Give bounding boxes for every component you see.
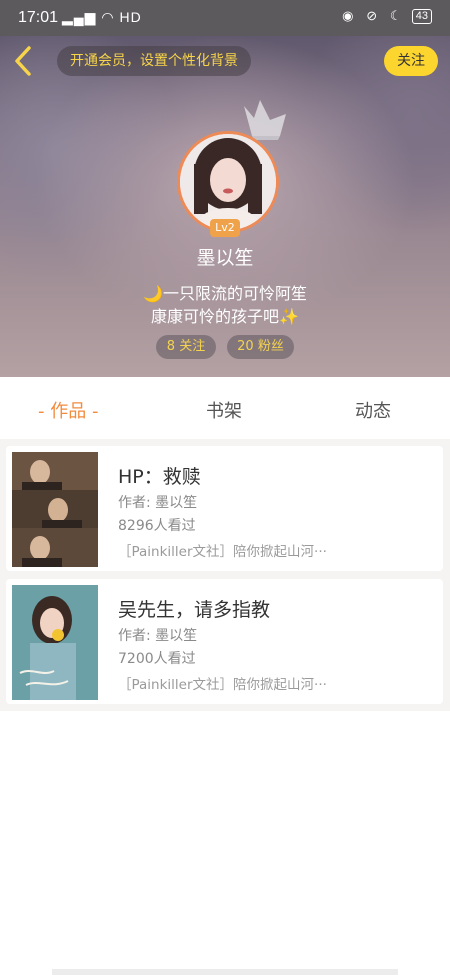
- profile-header: 17:01 ▂▄▆ ◠ HD ◉ ⊘ ☾ 43 开通会员，设置个性化背景 关注: [0, 0, 450, 377]
- book-author: 作者: 墨以笙: [118, 628, 198, 644]
- level-badge: Lv2: [210, 219, 240, 237]
- book-views: 7200人看过: [118, 651, 196, 667]
- avatar[interactable]: [177, 131, 279, 233]
- battery-icon: 43: [411, 8, 432, 24]
- status-time: 17:01: [18, 9, 59, 26]
- list-item[interactable]: HP：救赎 作者: 墨以笙 8296人看过 ［Painkiller文社］陪你掀起…: [6, 446, 443, 571]
- crown-icon: [244, 100, 286, 140]
- book-author: 作者: 墨以笙: [118, 495, 198, 511]
- mute-icon: ⊘: [366, 8, 378, 23]
- tab-bookshelf[interactable]: 书架: [206, 397, 242, 423]
- signal-icon: ▂▄▆: [62, 9, 97, 25]
- back-button[interactable]: [10, 44, 38, 78]
- book-title: 吴先生，请多指教: [118, 599, 271, 621]
- book-tag: ［Painkiller文社］陪你掀起山河···: [118, 677, 327, 693]
- book-cover: [12, 585, 98, 700]
- vip-background-banner[interactable]: 开通会员，设置个性化背景: [57, 46, 251, 76]
- book-cover-image: [12, 585, 98, 700]
- profile-tabs: - 作品 - 书架 动态: [0, 377, 450, 439]
- network-type: HD: [119, 9, 142, 25]
- avatar-image: [180, 134, 276, 230]
- book-views: 8296人看过: [118, 518, 196, 534]
- moon-icon: ☾: [389, 8, 402, 23]
- following-count[interactable]: 8 关注: [156, 335, 216, 359]
- status-bar: 17:01 ▂▄▆ ◠ HD ◉ ⊘ ☾ 43: [0, 0, 450, 36]
- alarm-icon: ◉: [342, 8, 354, 23]
- list-item[interactable]: 吴先生，请多指教 作者: 墨以笙 7200人看过 ［Painkiller文社］陪…: [6, 579, 443, 704]
- follow-button[interactable]: 关注: [384, 46, 438, 76]
- book-title: HP：救赎: [118, 466, 201, 488]
- book-cover-image: [12, 452, 98, 567]
- book-cover: [12, 452, 98, 567]
- tab-works[interactable]: - 作品 -: [38, 397, 98, 423]
- network-indicator: ▂▄▆ ◠ HD: [62, 9, 142, 26]
- tab-works-label: 作品: [50, 401, 87, 422]
- wifi-icon: ◠: [101, 9, 115, 25]
- nickname: 墨以笙: [196, 247, 254, 269]
- bottom-bar-edge: [52, 969, 398, 975]
- bio-line-2: 康康可怜的孩子吧✨: [151, 307, 299, 326]
- tab-dash-right: -: [91, 401, 99, 422]
- book-tag: ［Painkiller文社］陪你掀起山河···: [118, 544, 327, 560]
- tab-feed[interactable]: 动态: [355, 397, 391, 423]
- chevron-left-icon: [15, 46, 31, 76]
- bio-line-1: 🌙一只限流的可怜阿笙: [143, 284, 307, 303]
- fans-count[interactable]: 20 粉丝: [227, 335, 294, 359]
- tab-dash-left: -: [38, 401, 45, 422]
